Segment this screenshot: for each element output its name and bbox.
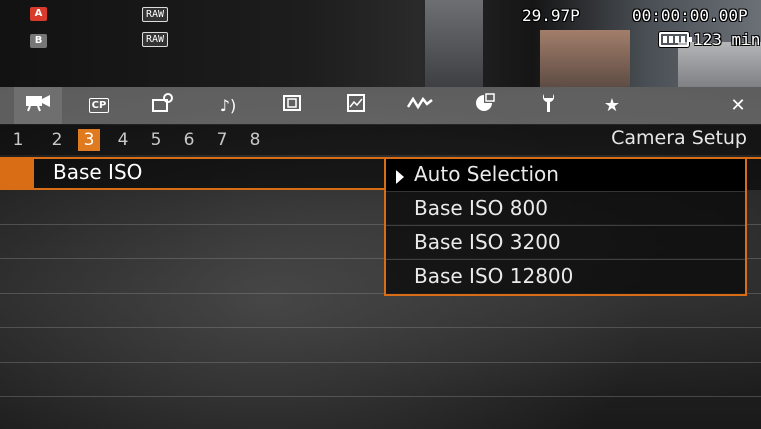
camera-settings-icon xyxy=(152,93,174,118)
close-button[interactable]: ✕ xyxy=(714,87,761,124)
page-selector: 1 2 3 4 5 6 7 8 Camera Setup xyxy=(0,125,761,155)
audio-a-off-icon: A xyxy=(30,7,47,21)
option-base-iso-3200[interactable]: Base ISO 3200 xyxy=(386,227,745,260)
selection-border xyxy=(0,188,386,190)
tab-camera-settings[interactable] xyxy=(139,87,187,124)
wrench-icon xyxy=(538,93,558,118)
option-auto-selection[interactable]: Auto Selection xyxy=(386,159,745,192)
background-scene xyxy=(540,30,630,87)
tab-custom-picture[interactable]: CP xyxy=(75,87,123,124)
timecode-readout: 00:00:00.00P xyxy=(632,6,748,25)
tab-waveform[interactable] xyxy=(396,87,444,124)
option-label: Base ISO 800 xyxy=(414,196,548,220)
tab-recording[interactable] xyxy=(268,87,316,124)
close-icon: ✕ xyxy=(730,95,746,116)
media-icon xyxy=(473,93,495,118)
battery-icon xyxy=(659,32,692,47)
assist-icon xyxy=(346,94,366,117)
option-base-iso-12800[interactable]: Base ISO 12800 xyxy=(386,261,745,294)
background-scene xyxy=(425,0,483,87)
menu-row-divider xyxy=(0,327,761,328)
page-3[interactable]: 3 xyxy=(78,129,100,151)
selection-indicator xyxy=(0,157,34,190)
tab-assist[interactable] xyxy=(332,87,380,124)
option-list: Auto Selection Base ISO 800 Base ISO 320… xyxy=(384,157,747,296)
framerate-readout: 29.97P xyxy=(522,6,580,25)
page-2[interactable]: 2 xyxy=(46,129,68,151)
star-icon: ★ xyxy=(603,95,621,116)
audio-icon: ♪) xyxy=(219,96,237,115)
camera-menu-screen: A B RAW RAW 29.97P 00:00:00.00P 123 min … xyxy=(0,0,761,429)
status-bar: A B RAW RAW 29.97P 00:00:00.00P 123 min xyxy=(0,0,761,87)
raw-format-badge: RAW xyxy=(142,32,169,47)
page-1[interactable]: 1 xyxy=(7,129,29,151)
option-label: Base ISO 12800 xyxy=(414,264,574,288)
film-icon xyxy=(282,94,302,117)
waveform-icon xyxy=(406,95,433,116)
menu-item-label: Base ISO xyxy=(53,160,143,184)
selected-marker-icon xyxy=(396,170,404,184)
option-base-iso-800[interactable]: Base ISO 800 xyxy=(386,193,745,226)
audio-b-off-icon: B xyxy=(30,34,47,48)
page-7[interactable]: 7 xyxy=(211,129,233,151)
menu-row-divider xyxy=(0,362,761,363)
option-label: Auto Selection xyxy=(414,162,559,186)
tab-setup[interactable] xyxy=(524,87,572,124)
tab-my-menu[interactable]: ★ xyxy=(588,87,636,124)
menu-row-divider xyxy=(0,396,761,397)
page-8[interactable]: 8 xyxy=(244,129,266,151)
tab-media[interactable] xyxy=(460,87,508,124)
camera-icon xyxy=(25,94,51,117)
option-label: Base ISO 3200 xyxy=(414,230,561,254)
raw-format-badge: RAW xyxy=(142,7,169,22)
cp-icon: CP xyxy=(88,98,110,113)
record-time-remaining: 123 min xyxy=(693,30,761,49)
page-6[interactable]: 6 xyxy=(178,129,200,151)
menu-tab-bar: CP ♪) ★ ✕ xyxy=(0,87,761,124)
tab-audio[interactable]: ♪) xyxy=(204,87,252,124)
page-4[interactable]: 4 xyxy=(112,129,134,151)
tab-camera[interactable] xyxy=(14,87,62,124)
page-title: Camera Setup xyxy=(611,127,747,149)
page-5[interactable]: 5 xyxy=(145,129,167,151)
